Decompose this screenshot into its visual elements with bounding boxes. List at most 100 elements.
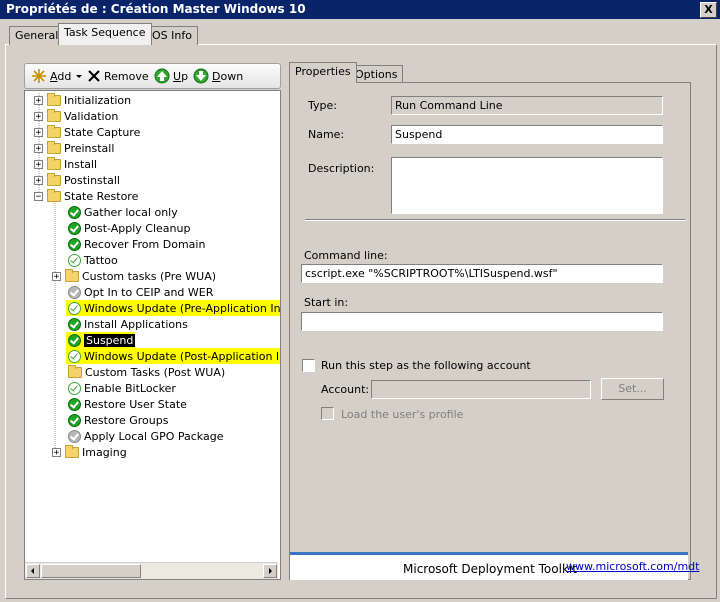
tree-group-install[interactable]: + Install [34, 156, 97, 172]
expand-icon[interactable]: + [34, 95, 43, 105]
tree-group-state-restore[interactable]: − State Restore [34, 188, 138, 204]
add-label-rest: dd [57, 69, 72, 83]
tree-item[interactable]: Post-Apply Cleanup [68, 220, 190, 236]
success-check-icon [68, 205, 81, 219]
tree-label: Custom Tasks (Post WUA) [85, 365, 226, 379]
expand-icon[interactable]: + [34, 159, 43, 169]
type-field: Run Command Line [391, 96, 663, 115]
folder-open-icon [47, 188, 61, 202]
down-arrow-icon [193, 68, 209, 84]
tree-group-state-capture[interactable]: + State Capture [34, 124, 140, 140]
tree-group-preinstall[interactable]: + Preinstall [34, 140, 114, 156]
tree-label: Validation [64, 109, 119, 123]
check-outline-icon [68, 349, 81, 363]
load-profile-label: Load the user's profile [341, 408, 464, 421]
task-sequence-tree[interactable]: + Initialization + Validation + State Captu… [24, 90, 281, 580]
down-button[interactable]: Down [193, 68, 243, 84]
account-label: Account: [321, 383, 370, 396]
tree-item-highlighted[interactable]: Windows Update (Post-Application Install [66, 348, 280, 364]
add-button[interactable]: Add [31, 68, 84, 84]
start-in-input[interactable] [301, 312, 663, 331]
remove-button[interactable]: Remove [87, 68, 149, 84]
tree-group-custom-pre-wua[interactable]: + Custom tasks (Pre WUA) [52, 268, 216, 284]
tree-group-imaging[interactable]: + Imaging [52, 444, 127, 460]
tree-item[interactable]: Opt In to CEIP and WER [68, 284, 213, 300]
scroll-right-button[interactable] [263, 564, 277, 578]
tree-item[interactable]: Restore User State [68, 396, 187, 412]
folder-icon [47, 92, 61, 106]
tree-label: Custom tasks (Pre WUA) [82, 269, 217, 283]
tree-label: Postinstall [64, 173, 120, 187]
folder-icon [65, 268, 79, 282]
tree-label: Install [64, 157, 98, 171]
title-bar: Propriétés de : Création Master Windows … [0, 0, 720, 19]
right-arrow-icon [269, 568, 272, 574]
check-outline-icon [68, 301, 81, 315]
name-input[interactable]: Suspend [391, 125, 663, 144]
folder-icon [47, 108, 61, 122]
folder-icon [68, 364, 82, 378]
tree-horizontal-scrollbar[interactable] [25, 562, 278, 579]
expand-icon[interactable]: + [34, 175, 43, 185]
tab-os-info[interactable]: OS Info [146, 26, 198, 45]
tree-item[interactable]: Tattoo [68, 252, 118, 268]
sequence-toolbar: Add Remove Up Down [24, 63, 281, 89]
tab-general[interactable]: General [9, 26, 65, 45]
expand-icon[interactable]: + [34, 143, 43, 153]
run-as-checkbox[interactable] [302, 359, 315, 372]
tree-label: State Restore [64, 189, 139, 203]
folder-icon [47, 156, 61, 170]
check-outline-icon [68, 253, 81, 267]
tree-item[interactable]: Restore Groups [68, 412, 168, 428]
tree-group-postinstall[interactable]: + Postinstall [34, 172, 120, 188]
success-check-icon [68, 413, 81, 427]
remove-label: Remove [104, 69, 149, 83]
description-textarea[interactable] [391, 157, 663, 214]
down-label-rest: own [220, 69, 244, 83]
success-check-icon [68, 333, 81, 347]
tree-item-selected[interactable]: Suspend [66, 332, 136, 348]
tree-group-custom-post-wua[interactable]: Custom Tasks (Post WUA) [68, 364, 225, 380]
tree-label: Initialization [64, 93, 132, 107]
close-icon: X [704, 3, 713, 16]
expand-icon[interactable]: + [52, 447, 61, 457]
tree-label: Restore Groups [84, 413, 169, 427]
remove-x-icon [88, 70, 100, 82]
collapse-icon[interactable]: − [34, 191, 43, 201]
folder-icon [47, 172, 61, 186]
tree-group-initialization[interactable]: + Initialization [34, 92, 131, 108]
disabled-check-icon [68, 429, 81, 443]
up-button[interactable]: Up [154, 68, 188, 84]
folder-icon [65, 444, 79, 458]
command-line-input[interactable]: cscript.exe "%SCRIPTROOT%\LTISuspend.wsf… [301, 264, 663, 283]
tree-item-highlighted[interactable]: Windows Update (Pre-Application Installa [66, 300, 280, 316]
description-label: Description: [308, 162, 375, 175]
start-in-label: Start in: [304, 296, 349, 309]
expand-icon[interactable]: + [52, 271, 61, 281]
tree-item[interactable]: Gather local only [68, 204, 178, 220]
dropdown-arrow-icon [76, 75, 83, 78]
name-label: Name: [308, 128, 345, 141]
tab-properties[interactable]: Properties [289, 62, 357, 83]
tree-label: Restore User State [84, 397, 187, 411]
check-outline-icon [68, 381, 81, 395]
set-button[interactable]: Set... [601, 378, 664, 400]
tree-label: Enable BitLocker [84, 381, 176, 395]
tree-group-validation[interactable]: + Validation [34, 108, 118, 124]
tree-label: Opt In to CEIP and WER [84, 285, 214, 299]
tree-item[interactable]: Install Applications [68, 316, 188, 332]
scroll-left-button[interactable] [26, 564, 40, 578]
tree-item[interactable]: Apply Local GPO Package [68, 428, 223, 444]
scroll-thumb[interactable] [41, 564, 141, 578]
tab-task-sequence[interactable]: Task Sequence [58, 23, 152, 45]
footer-link[interactable]: www.microsoft.com/mdt [566, 560, 699, 573]
close-button[interactable]: X [700, 2, 717, 18]
mdt-footer: Microsoft Deployment Toolkit www.microso… [290, 552, 699, 580]
tree-label: Gather local only [84, 205, 178, 219]
expand-icon[interactable]: + [34, 127, 43, 137]
tree-label: Recover From Domain [84, 237, 206, 251]
tree-item[interactable]: Recover From Domain [68, 236, 205, 252]
expand-icon[interactable]: + [34, 111, 43, 121]
tree-item[interactable]: Enable BitLocker [68, 380, 176, 396]
success-check-icon [68, 221, 81, 235]
